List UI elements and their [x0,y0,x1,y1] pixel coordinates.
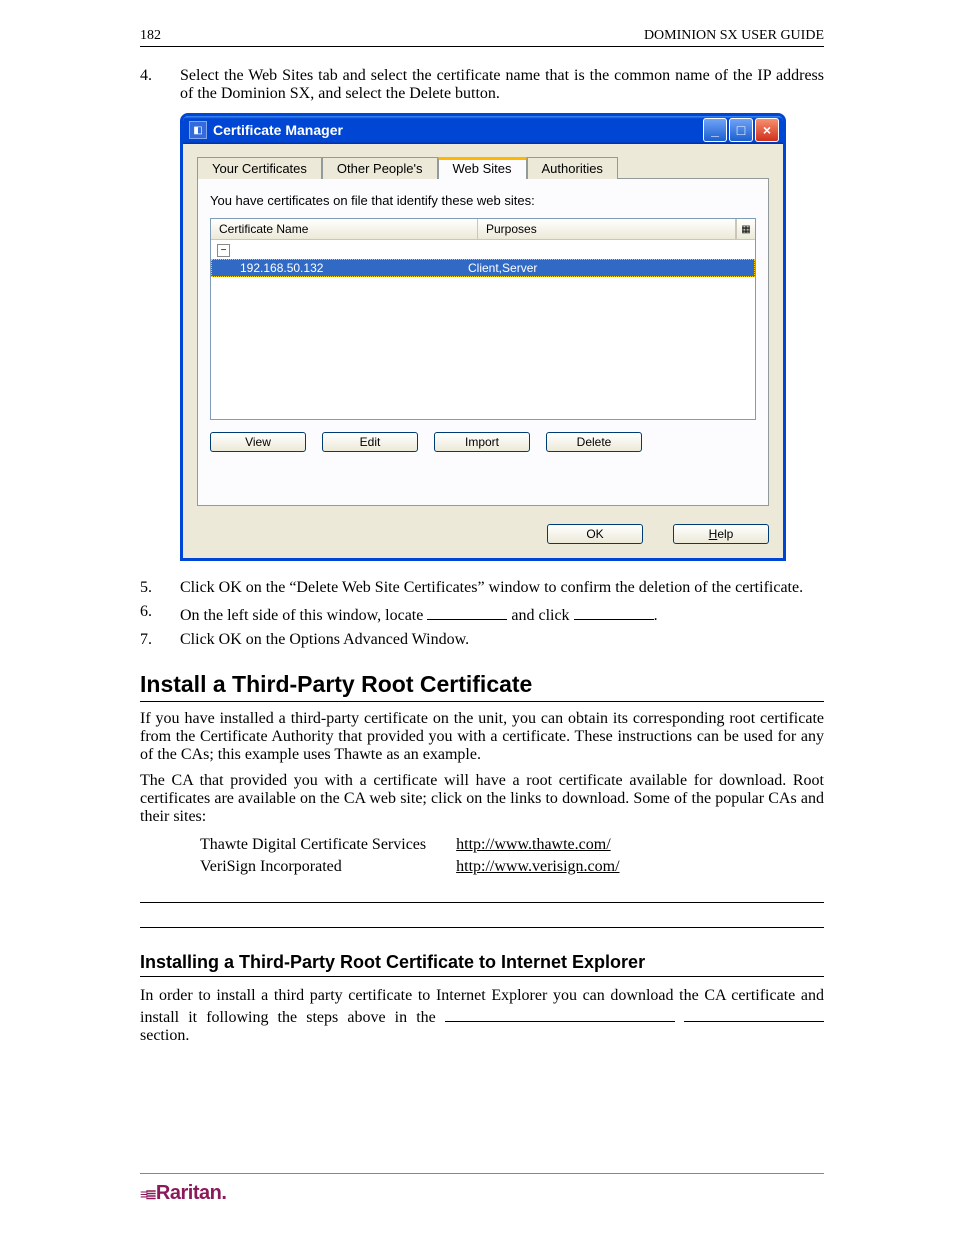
maximize-button[interactable]: □ [729,118,753,142]
tab-strip: Your Certificates Other People's Web Sit… [197,156,769,178]
ca-link[interactable]: http://www.verisign.com/ [456,858,619,875]
blank-field [427,603,507,620]
ca-name: Thawte Digital Certificate Services [200,834,456,856]
step-number: 7. [140,631,180,649]
delete-button[interactable]: Delete [546,432,642,452]
body-paragraph: If you have installed a third-party cert… [140,710,824,764]
step-4: 4. Select the Web Sites tab and select t… [140,67,824,103]
step-text: Select the Web Sites tab and select the … [180,67,824,103]
cert-purpose-cell: Client,Server [468,261,748,275]
col-purposes[interactable]: Purposes [478,219,736,239]
ok-button[interactable]: OK [547,524,643,544]
step-5: 5. Click OK on the “Delete Web Site Cert… [140,579,824,597]
divider [140,902,824,903]
logo-icon: ≡≣ [140,1186,154,1202]
minimize-button[interactable]: _ [703,118,727,142]
page-footer: ≡≣Raritan. [140,1173,824,1205]
tree-root[interactable]: − [211,240,755,259]
blank-field [445,1005,675,1022]
page-number: 182 [140,28,161,44]
tab-web-sites[interactable]: Web Sites [438,157,527,179]
body-paragraph: The CA that provided you with a certific… [140,772,824,826]
cert-manager-window: ◧ Certificate Manager _ □ × Your Certifi… [180,113,786,561]
selected-certificate-row[interactable]: 192.168.50.132 Client,Server [211,259,755,277]
blank-field [684,1005,824,1022]
import-button[interactable]: Import [434,432,530,452]
view-button[interactable]: View [210,432,306,452]
window-titlebar[interactable]: ◧ Certificate Manager _ □ × [183,116,783,144]
tab-other-peoples[interactable]: Other People's [322,157,438,179]
step-number: 5. [140,579,180,597]
page-header: 182 DOMINION SX USER GUIDE [140,28,824,47]
tab-authorities[interactable]: Authorities [527,157,618,179]
ca-link[interactable]: http://www.thawte.com/ [456,836,611,853]
step-7: 7. Click OK on the Options Advanced Wind… [140,631,824,649]
window-title: Certificate Manager [213,122,701,138]
panel-description: You have certificates on file that ident… [210,193,756,208]
app-icon: ◧ [189,121,207,139]
cert-name-cell: 192.168.50.132 [240,261,468,275]
help-button[interactable]: Help [673,524,769,544]
ca-table: Thawte Digital Certificate Services http… [200,834,650,878]
close-button[interactable]: × [755,118,779,142]
blank-field [574,603,654,620]
guide-title: DOMINION SX USER GUIDE [644,28,824,44]
certificate-list[interactable]: Certificate Name Purposes ▦ − 192.168.50… [210,218,756,420]
subsection-heading: Installing a Third-Party Root Certificat… [140,952,824,977]
step-text: Click OK on the “Delete Web Site Certifi… [180,579,824,597]
list-header: Certificate Name Purposes ▦ [211,219,755,240]
col-certificate-name[interactable]: Certificate Name [211,219,478,239]
step-number: 4. [140,67,180,103]
tab-panel: You have certificates on file that ident… [197,178,769,506]
divider [140,927,824,928]
section-heading: Install a Third-Party Root Certificate [140,671,824,702]
step-text: On the left side of this window, locate … [180,603,824,625]
column-picker-icon[interactable]: ▦ [736,219,755,239]
edit-button[interactable]: Edit [322,432,418,452]
ca-name: VeriSign Incorporated [200,856,456,878]
tab-your-certificates[interactable]: Your Certificates [197,157,322,179]
body-paragraph: In order to install a third party certif… [140,987,824,1045]
step-number: 6. [140,603,180,625]
brand-logo: ≡≣Raritan. [140,1182,226,1204]
step-text: Click OK on the Options Advanced Window. [180,631,824,649]
step-6: 6. On the left side of this window, loca… [140,603,824,625]
collapse-icon[interactable]: − [217,244,230,257]
